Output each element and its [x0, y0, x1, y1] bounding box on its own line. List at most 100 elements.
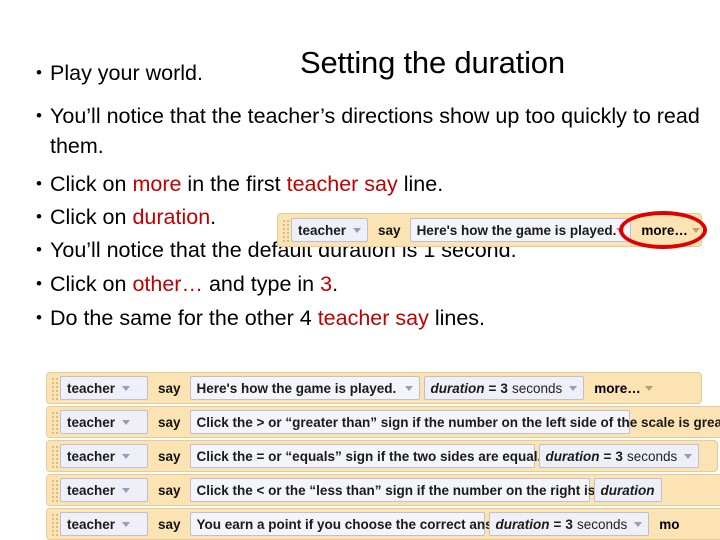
bullet-text: Do the same for the other 4 teacher say … — [50, 303, 708, 333]
script-row[interactable]: teacher say You earn a point if you choose… — [46, 508, 720, 540]
duration-value: 3 — [615, 448, 623, 464]
highlight-term: other… — [132, 272, 203, 296]
verb-label: say — [158, 380, 181, 396]
highlight-term: teacher say — [317, 306, 429, 330]
drag-grip-icon[interactable] — [50, 512, 58, 536]
chevron-down-icon — [634, 521, 643, 527]
more-button-label: mo — [659, 516, 680, 532]
script-row[interactable]: teacher say Click the < or the “less than”… — [46, 474, 720, 506]
duration-field[interactable]: duration = 3 seconds — [488, 512, 650, 536]
duration-field[interactable]: duration = 3 seconds — [538, 444, 700, 468]
plain-text: lines. — [428, 306, 486, 330]
plain-text: You’ll notice that the teacher’s directi… — [50, 104, 700, 158]
duration-unit: seconds — [626, 448, 678, 464]
plain-text: Click on — [50, 272, 133, 296]
more-button-label: more… — [641, 222, 688, 238]
duration-value: 3 — [565, 516, 573, 532]
plain-text: line. — [397, 172, 444, 196]
plain-text: Play your world. — [50, 61, 203, 85]
bullet-text: You’ll notice that the teacher’s directi… — [50, 101, 708, 161]
plain-text: Do the same for the other 4 — [50, 306, 318, 330]
verb-label: say — [158, 482, 181, 498]
message-field[interactable]: Click the = or “equals” sign if the two … — [189, 444, 550, 468]
highlight-term: 3 — [320, 272, 333, 296]
sprite-dropdown[interactable]: teacher — [60, 376, 148, 400]
message-field-value: Click the = or “equals” sign if the two … — [196, 448, 542, 464]
bullet-item: • Click on more in the first teacher say … — [28, 169, 708, 199]
sprite-dropdown[interactable]: teacher — [60, 478, 148, 502]
sprite-dropdown[interactable]: teacher — [60, 410, 148, 434]
bullet-marker-icon: • — [36, 240, 42, 259]
more-button[interactable]: mo — [649, 509, 683, 539]
highlight-term: more — [132, 172, 182, 196]
bullet-item: • Click on other… and type in 3. — [28, 269, 708, 299]
plain-text: Click on — [50, 205, 133, 229]
sprite-dropdown[interactable]: teacher — [60, 512, 148, 536]
bullet-marker-icon: • — [36, 174, 42, 193]
duration-field[interactable]: duration = 3 seconds — [423, 376, 585, 400]
bullet-item: • Do the same for the other 4 teacher say… — [28, 303, 708, 333]
drag-grip-icon[interactable] — [50, 444, 58, 468]
message-field[interactable]: Click the < or the “less than” sign if t… — [189, 478, 656, 502]
demo-script-block[interactable]: teacher say Here's how the game is playe… — [277, 213, 702, 247]
bullet-marker-icon: • — [36, 308, 42, 327]
bullet-item: • You’ll notice that the teacher’s direct… — [28, 101, 708, 161]
drag-grip-icon[interactable] — [281, 218, 289, 242]
bullet-list: • Play your world. • You’ll notice that the… — [28, 58, 708, 333]
drag-grip-icon[interactable] — [50, 376, 58, 400]
script-stack: teacher say Here's how the game is played.… — [0, 370, 720, 540]
bullet-marker-icon: • — [36, 106, 42, 125]
sprite-dropdown-label: teacher — [67, 448, 116, 464]
more-button[interactable]: more… — [631, 214, 701, 246]
chevron-down-icon — [122, 487, 131, 493]
sprite-dropdown[interactable]: teacher — [291, 218, 369, 242]
drag-grip-icon[interactable] — [50, 410, 58, 434]
script-row[interactable]: teacher say Here's how the game is playe… — [277, 213, 702, 247]
highlight-term: duration — [132, 205, 211, 229]
duration-unit: seconds — [576, 516, 628, 532]
bullet-item: • Play your world. — [28, 58, 708, 88]
message-field-value: Here's how the game is played. — [416, 222, 617, 238]
duration-label: duration — [545, 448, 600, 464]
chevron-down-icon — [691, 227, 700, 233]
duration-label: duration — [495, 516, 550, 532]
message-field-value: You earn a point if you choose the corre… — [196, 516, 519, 532]
bullet-text: Click on other… and type in 3. — [50, 269, 708, 299]
chevron-down-icon — [569, 385, 578, 391]
duration-equals: = — [553, 516, 562, 532]
sprite-dropdown-label: teacher — [67, 482, 116, 498]
bullet-marker-icon: • — [36, 207, 42, 226]
chevron-down-icon — [644, 385, 653, 391]
duration-unit: seconds — [511, 380, 563, 396]
bullet-marker-icon: • — [36, 274, 42, 293]
more-button[interactable]: more… — [584, 373, 657, 403]
chevron-down-icon — [616, 227, 625, 233]
plain-text: . — [332, 272, 339, 296]
duration-field[interactable]: duration — [593, 478, 662, 502]
duration-label: duration — [600, 482, 655, 498]
duration-equals: = — [603, 448, 612, 464]
chevron-down-icon — [122, 453, 131, 459]
chevron-down-icon — [684, 453, 693, 459]
sprite-dropdown[interactable]: teacher — [60, 444, 148, 468]
duration-value: 3 — [500, 380, 508, 396]
plain-text: . — [210, 205, 217, 229]
plain-text: and type in — [202, 272, 321, 296]
more-button-label: more… — [594, 380, 641, 396]
duration-label: duration — [430, 380, 485, 396]
message-field-value: Click the > or “greater than” sign if th… — [196, 414, 720, 430]
drag-grip-icon[interactable] — [50, 478, 58, 502]
verb-label: say — [158, 448, 181, 464]
plain-text: in the first — [181, 172, 287, 196]
script-row[interactable]: teacher say Click the = or “equals” sign i… — [46, 440, 718, 472]
bullet-text: Play your world. — [50, 58, 708, 88]
verb-label: say — [378, 222, 401, 238]
sprite-dropdown-label: teacher — [67, 414, 116, 430]
message-field[interactable]: Click the > or “greater than” sign if th… — [189, 410, 720, 434]
message-field[interactable]: You earn a point if you choose the corre… — [189, 512, 527, 536]
duration-equals: = — [488, 380, 497, 396]
script-row[interactable]: teacher say Here's how the game is played.… — [46, 372, 702, 404]
message-field[interactable]: Here's how the game is played. — [189, 376, 420, 400]
message-field[interactable]: Here's how the game is played. — [409, 218, 632, 242]
script-row[interactable]: teacher say Click the > or “greater than” … — [46, 406, 720, 438]
